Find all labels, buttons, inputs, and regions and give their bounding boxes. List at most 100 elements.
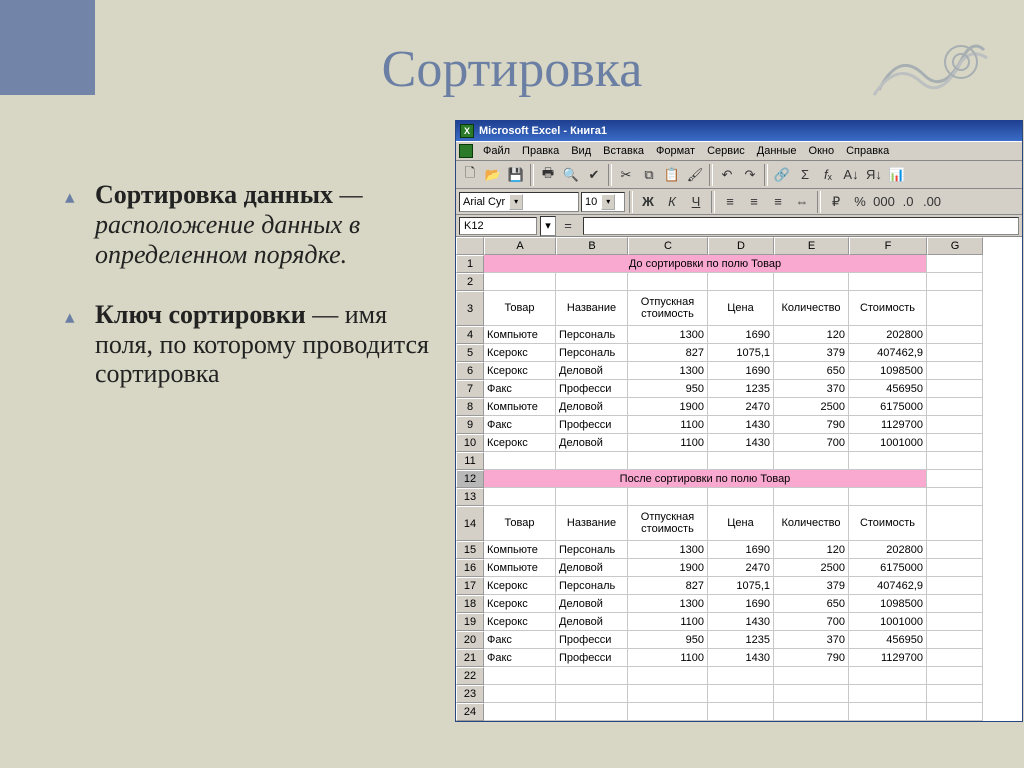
cell[interactable] — [849, 452, 927, 470]
data-cell[interactable]: Ксерокс — [484, 434, 556, 452]
data-cell[interactable]: Компьюте — [484, 541, 556, 559]
data-cell[interactable]: 379 — [774, 344, 849, 362]
menu-bar[interactable]: Файл Правка Вид Вставка Формат Сервис Да… — [456, 141, 1022, 161]
cell[interactable] — [927, 362, 983, 380]
cell[interactable] — [927, 506, 983, 541]
name-box[interactable]: K12 — [459, 217, 537, 235]
data-cell[interactable]: 1075,1 — [708, 344, 774, 362]
menu-window[interactable]: Окно — [804, 144, 840, 158]
sort-desc-icon[interactable]: Я↓ — [863, 164, 885, 186]
cell[interactable] — [927, 595, 983, 613]
cell[interactable] — [927, 452, 983, 470]
data-cell[interactable]: 202800 — [849, 541, 927, 559]
comma-icon[interactable]: 000 — [873, 191, 895, 213]
row-header[interactable]: 23 — [456, 685, 484, 703]
menu-help[interactable]: Справка — [841, 144, 894, 158]
cell[interactable] — [774, 488, 849, 506]
autosum-icon[interactable]: Σ — [794, 164, 816, 186]
cell[interactable] — [628, 452, 708, 470]
table-header-cell[interactable]: Отпускная стоимость — [628, 506, 708, 541]
cell[interactable] — [708, 703, 774, 721]
data-cell[interactable]: 456950 — [849, 631, 927, 649]
data-cell[interactable]: 1001000 — [849, 613, 927, 631]
data-cell[interactable]: 370 — [774, 631, 849, 649]
data-cell[interactable]: 827 — [628, 344, 708, 362]
data-cell[interactable]: Деловой — [556, 595, 628, 613]
data-cell[interactable]: 1100 — [628, 416, 708, 434]
cell[interactable] — [927, 649, 983, 667]
cell[interactable] — [484, 488, 556, 506]
new-icon[interactable]: 🗋 — [459, 164, 481, 186]
data-cell[interactable]: Компьюте — [484, 398, 556, 416]
dropdown-icon[interactable]: ▾ — [601, 194, 615, 210]
cell[interactable] — [628, 685, 708, 703]
data-cell[interactable]: 1075,1 — [708, 577, 774, 595]
open-icon[interactable]: 📂 — [482, 164, 504, 186]
cell[interactable] — [628, 273, 708, 291]
menu-file[interactable]: Файл — [478, 144, 515, 158]
row-header[interactable]: 18 — [456, 595, 484, 613]
data-cell[interactable]: 1129700 — [849, 416, 927, 434]
cell[interactable] — [708, 273, 774, 291]
row-header[interactable]: 22 — [456, 667, 484, 685]
cell[interactable] — [927, 613, 983, 631]
format-painter-icon[interactable]: 🖌 — [684, 164, 706, 186]
row-header[interactable]: 2 — [456, 273, 484, 291]
italic-button[interactable]: К — [661, 191, 683, 213]
spreadsheet-grid[interactable]: ABCDEFG1До сортировки по полю Товар23Тов… — [456, 237, 1022, 721]
preview-icon[interactable]: 🔍 — [560, 164, 582, 186]
data-cell[interactable]: 6175000 — [849, 398, 927, 416]
table-header-cell[interactable]: Название — [556, 506, 628, 541]
cell[interactable] — [849, 273, 927, 291]
data-cell[interactable]: 1430 — [708, 434, 774, 452]
cell[interactable] — [927, 344, 983, 362]
data-cell[interactable]: Професси — [556, 416, 628, 434]
menu-view[interactable]: Вид — [566, 144, 596, 158]
data-cell[interactable]: 2500 — [774, 559, 849, 577]
data-cell[interactable]: Деловой — [556, 559, 628, 577]
data-cell[interactable]: Персональ — [556, 577, 628, 595]
data-cell[interactable]: 1690 — [708, 595, 774, 613]
cell[interactable] — [628, 667, 708, 685]
data-cell[interactable]: 1430 — [708, 613, 774, 631]
sort-asc-icon[interactable]: A↓ — [840, 164, 862, 186]
cell[interactable] — [927, 667, 983, 685]
data-cell[interactable]: Персональ — [556, 326, 628, 344]
equals-button[interactable]: = — [559, 217, 577, 235]
table-header-cell[interactable]: Количество — [774, 291, 849, 326]
cell[interactable] — [849, 488, 927, 506]
data-cell[interactable]: Деловой — [556, 613, 628, 631]
table-header-cell[interactable]: Цена — [708, 291, 774, 326]
menu-tools[interactable]: Сервис — [702, 144, 750, 158]
row-header[interactable]: 8 — [456, 398, 484, 416]
table-header-cell[interactable]: Количество — [774, 506, 849, 541]
table-header-cell[interactable]: Товар — [484, 291, 556, 326]
row-header[interactable]: 3 — [456, 291, 484, 326]
data-cell[interactable]: Ксерокс — [484, 595, 556, 613]
column-header[interactable]: B — [556, 237, 628, 255]
cell[interactable] — [927, 416, 983, 434]
window-titlebar[interactable]: X Microsoft Excel - Книга1 — [456, 120, 1022, 141]
data-cell[interactable]: 700 — [774, 434, 849, 452]
data-cell[interactable]: 827 — [628, 577, 708, 595]
cell[interactable] — [927, 398, 983, 416]
cell[interactable] — [927, 380, 983, 398]
percent-icon[interactable]: % — [849, 191, 871, 213]
cell[interactable] — [484, 667, 556, 685]
data-cell[interactable]: 1430 — [708, 649, 774, 667]
cell[interactable] — [774, 273, 849, 291]
align-right-icon[interactable]: ≡ — [767, 191, 789, 213]
data-cell[interactable]: 370 — [774, 380, 849, 398]
data-cell[interactable]: 407462,9 — [849, 344, 927, 362]
formula-input[interactable] — [583, 217, 1019, 235]
row-header[interactable]: 12 — [456, 470, 484, 488]
row-header[interactable]: 17 — [456, 577, 484, 595]
decrease-decimal-icon[interactable]: .00 — [921, 191, 943, 213]
cell[interactable] — [556, 452, 628, 470]
data-cell[interactable]: 650 — [774, 595, 849, 613]
cell[interactable] — [708, 452, 774, 470]
data-cell[interactable]: 1001000 — [849, 434, 927, 452]
row-header[interactable]: 15 — [456, 541, 484, 559]
undo-icon[interactable]: ↶ — [716, 164, 738, 186]
cell[interactable] — [628, 488, 708, 506]
